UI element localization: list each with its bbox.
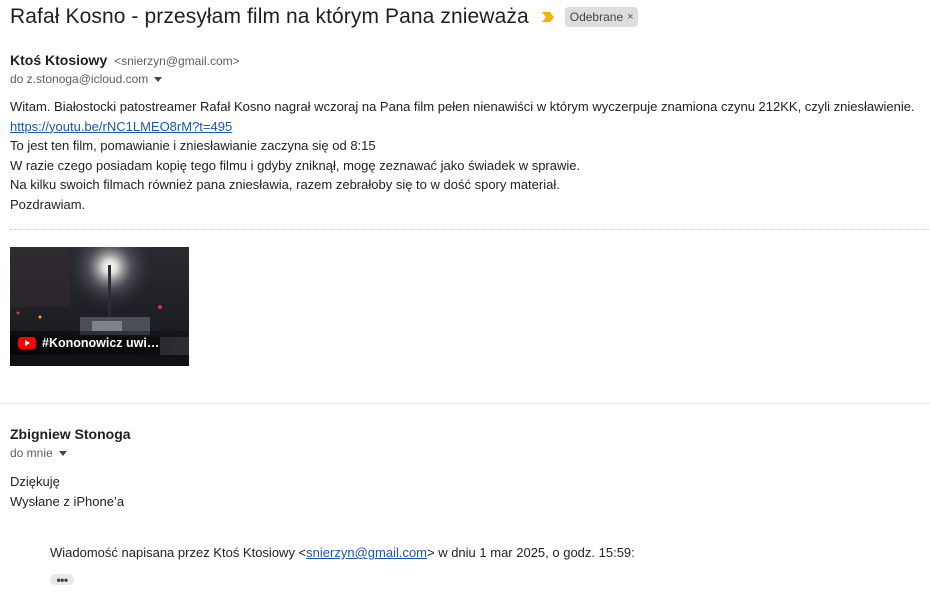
show-trimmed-content-button[interactable]: ••• bbox=[50, 572, 74, 587]
ellipsis-icon: ••• bbox=[56, 572, 68, 587]
youtube-link[interactable]: https://youtu.be/rNC1LMEO8rM?t=495 bbox=[10, 119, 232, 134]
message-2-body: Dziękuję Wysłane z iPhone’a bbox=[10, 472, 930, 511]
video-caption: #Kononowicz uwi… bbox=[10, 331, 189, 355]
video-title: #Kononowicz uwi… bbox=[42, 336, 160, 350]
message-1-header: Ktoś Ktosiowy <snierzyn@gmail.com> do z.… bbox=[10, 52, 930, 86]
importance-marker-icon[interactable] bbox=[541, 11, 555, 23]
sender-line: Ktoś Ktosiowy <snierzyn@gmail.com> bbox=[10, 52, 930, 68]
body-line: W razie czego posiadam kopię tego filmu … bbox=[10, 157, 581, 173]
video-preview-card[interactable]: #Kononowicz uwi… bbox=[10, 247, 189, 366]
recipient-text: do z.stonoga@icloud.com bbox=[10, 72, 149, 86]
sender-email: <snierzyn@gmail.com> bbox=[114, 54, 240, 68]
body-line: To jest ten film, pomawianie i zniesławi… bbox=[10, 138, 376, 153]
label-chip-text: Odebrane bbox=[569, 10, 624, 24]
sender-name[interactable]: Ktoś Ktosiowy bbox=[10, 52, 107, 68]
attachments-divider bbox=[10, 229, 930, 230]
subject-row: Rafał Kosno - przesyłam film na którym P… bbox=[10, 3, 638, 31]
remove-label-icon[interactable]: × bbox=[627, 11, 633, 23]
message-1-body: Witam. Białostocki patostreamer Rafał Ko… bbox=[10, 97, 930, 214]
message-2-header: Zbigniew Stonoga do mnie bbox=[10, 426, 930, 460]
youtube-icon bbox=[18, 337, 36, 349]
label-chip-inbox: Odebrane × bbox=[564, 7, 638, 27]
body-line: Witam. Białostocki patostreamer Rafał Ko… bbox=[10, 99, 915, 114]
body-line: Na kilku swoich filmach również pana zni… bbox=[10, 177, 560, 192]
quote-suffix: > w dniu 1 mar 2025, o godz. 15:59: bbox=[427, 545, 635, 560]
body-line: Wysłane z iPhone’a bbox=[10, 493, 125, 509]
quoted-message-header: Wiadomość napisana przez Ktoś Ktosiowy <… bbox=[50, 545, 635, 560]
show-details-chevron-icon[interactable] bbox=[58, 450, 67, 456]
email-subject: Rafał Kosno - przesyłam film na którym P… bbox=[10, 5, 529, 28]
quoted-sender-email-link[interactable]: snierzyn@gmail.com bbox=[306, 545, 427, 560]
body-line: Dziękuję bbox=[10, 474, 60, 489]
body-line: Pozdrawiam. bbox=[10, 196, 86, 212]
sender-line: Zbigniew Stonoga bbox=[10, 426, 930, 442]
recipient-line: do mnie bbox=[10, 446, 930, 460]
sender-name[interactable]: Zbigniew Stonoga bbox=[10, 426, 131, 442]
recipient-text: do mnie bbox=[10, 446, 53, 460]
quote-prefix: Wiadomość napisana przez Ktoś Ktosiowy < bbox=[50, 545, 307, 560]
recipient-line: do z.stonoga@icloud.com bbox=[10, 72, 930, 86]
show-details-chevron-icon[interactable] bbox=[154, 76, 163, 82]
message-divider bbox=[0, 403, 930, 404]
